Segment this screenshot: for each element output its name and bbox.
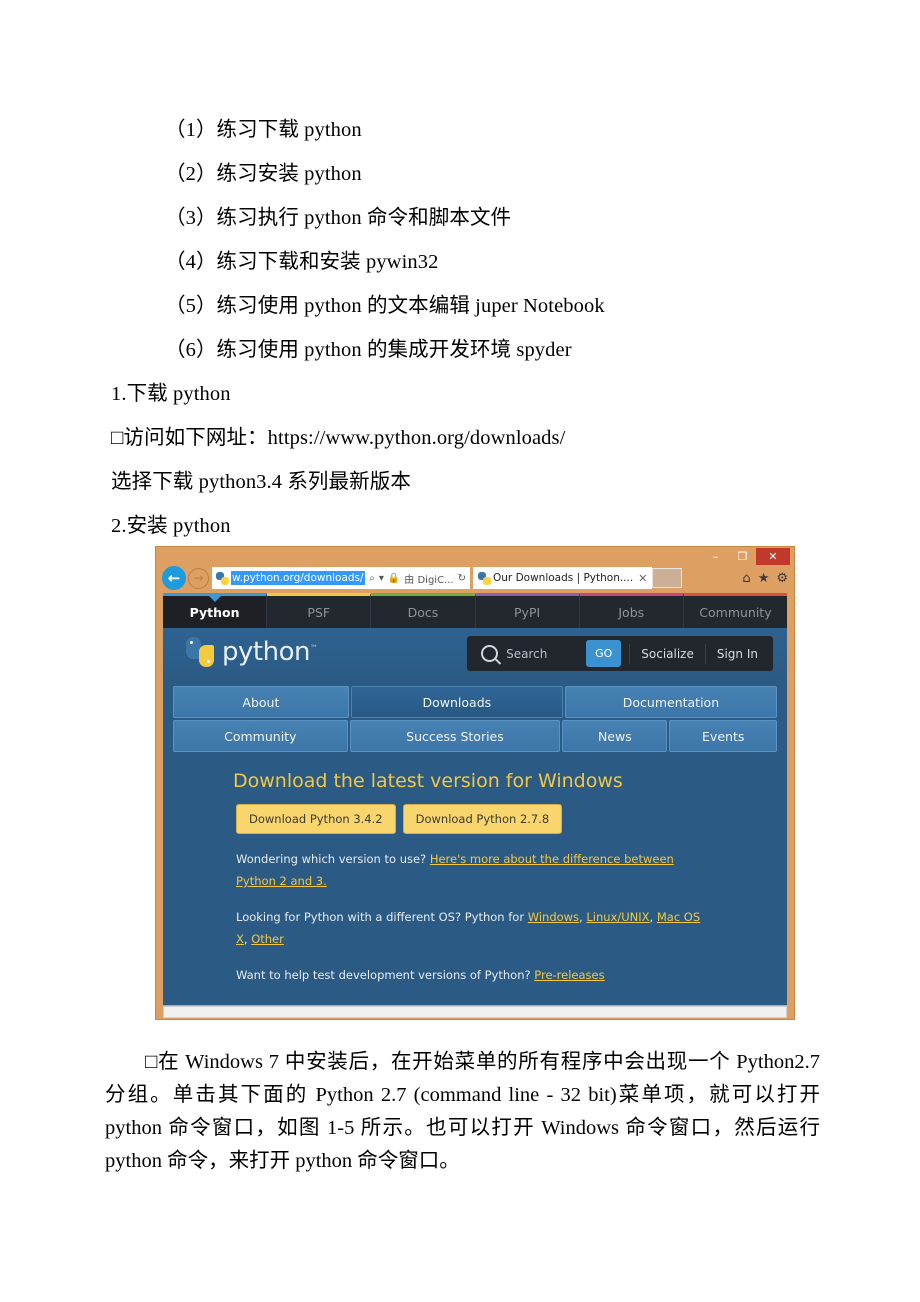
version-help-text: Wondering which version to use? [236, 852, 430, 866]
lock-icon: 🔒 [387, 572, 401, 584]
browser-tool-icons: ⌂ ★ ⚙ [742, 571, 794, 586]
back-button[interactable]: ← [162, 566, 186, 590]
browser-nav-row: ← → w.python.org/downloads/ ⌕ ▾ 🔒 由 Digi… [156, 565, 794, 591]
signin-link[interactable]: Sign In [704, 643, 769, 664]
home-icon[interactable]: ⌂ [742, 571, 750, 586]
window-controls: – ❐ ✕ [702, 548, 790, 565]
exercise-item: （5）练习使用 python 的文本编辑 juper Notebook [165, 295, 605, 317]
top-nav-pypi[interactable]: PyPI [475, 593, 580, 628]
menu-button-documentation[interactable]: Documentation [564, 686, 778, 718]
prerelease-text: Want to help test development versions o… [236, 968, 535, 982]
menu-button-success-stories[interactable]: Success Stories [349, 720, 561, 752]
certificate-label: 由 DigiC... [404, 574, 454, 586]
closing-paragraph-text: □在 Windows 7 中安装后，在开始菜单的所有程序中会出现一个 Pytho… [105, 1051, 820, 1172]
tab-favicon-icon [478, 571, 491, 585]
exercise-item: （4）练习下载和安装 pywin32 [165, 251, 439, 273]
top-nav-label: Jobs [618, 604, 645, 620]
site-menu-buttons: About Downloads Documentation Community … [173, 686, 778, 754]
search-input[interactable]: Search [506, 647, 578, 661]
top-nav-community[interactable]: Community [683, 593, 787, 628]
refresh-icon[interactable]: ↻ [458, 573, 466, 584]
site-header: python™ Search GO Socialize Sign In [163, 628, 787, 680]
python-logo-icon [185, 637, 215, 667]
menu-button-about[interactable]: About [173, 686, 349, 718]
site-menu-row-2: Community Success Stories News Events [173, 720, 778, 754]
search-icon [481, 645, 499, 662]
other-os-text: Looking for Python with a different OS? … [236, 910, 528, 924]
minimize-icon[interactable]: – [702, 548, 729, 565]
top-nav-psf[interactable]: PSF [267, 593, 372, 628]
menu-button-downloads[interactable]: Downloads [350, 686, 563, 718]
browser-chrome: – ❐ ✕ ← → w.python.org/downloads/ ⌕ ▾ 🔒 … [156, 547, 794, 593]
address-bar-icons: ⌕ ▾ 🔒 由 DigiC... ↻ [369, 571, 466, 586]
document-body: （1）练习下载 python （2）练习安装 python （3）练习执行 py… [0, 0, 920, 548]
download-section: Download the latest version for Windows … [163, 754, 787, 986]
favorites-icon[interactable]: ★ [758, 571, 770, 586]
tab-title: Our Downloads | Python.... [493, 572, 634, 584]
forward-button[interactable]: → [188, 567, 209, 589]
menu-button-news[interactable]: News [562, 720, 668, 752]
other-os-paragraph: Looking for Python with a different OS? … [236, 910, 701, 946]
maximize-icon[interactable]: ❐ [729, 548, 756, 565]
trademark-icon: ™ [309, 643, 318, 653]
socialize-link[interactable]: Socialize [629, 643, 705, 664]
os-link-other[interactable]: Other [251, 932, 284, 946]
search-icon[interactable]: ⌕ [369, 573, 375, 584]
top-nav-jobs[interactable]: Jobs [579, 593, 684, 628]
address-bar[interactable]: w.python.org/downloads/ ⌕ ▾ 🔒 由 DigiC...… [212, 567, 470, 589]
site-top-nav: Python PSF Docs PyPI Jobs Community [163, 593, 787, 628]
site-menu-row-1: About Downloads Documentation [173, 686, 778, 720]
address-bar-url[interactable]: w.python.org/downloads/ [231, 571, 365, 585]
top-nav-label: Community [699, 604, 772, 620]
section-url-line: □访问如下网址：https://www.python.org/downloads… [111, 427, 566, 449]
new-tab-button[interactable] [652, 568, 683, 588]
chevron-down-icon[interactable]: ▾ [379, 573, 384, 584]
version-help-paragraph: Wondering which version to use? Here's m… [233, 848, 706, 892]
download-heading: Download the latest version for Windows [233, 770, 623, 792]
search-go-button[interactable]: GO [586, 640, 622, 667]
exercise-item: （2）练习安装 python [165, 163, 362, 185]
pythonorg-page: www.bdocx.com Python PSF Docs PyPI Jobs … [163, 593, 787, 1005]
prereleases-link[interactable]: Pre-releases [534, 968, 604, 982]
top-nav-label: Python [189, 604, 240, 620]
os-link-linux-unix[interactable]: Linux/UNIX [586, 910, 649, 924]
top-nav-label: PSF [307, 604, 331, 620]
menu-button-events[interactable]: Events [669, 720, 778, 752]
section-version-line: 选择下载 python3.4 系列最新版本 [111, 471, 411, 493]
top-nav-label: Docs [407, 604, 439, 620]
top-nav-docs[interactable]: Docs [371, 593, 476, 628]
section-heading-download: 1.下载 python [111, 383, 231, 405]
os-link-windows[interactable]: Windows [528, 910, 579, 924]
top-nav-label: PyPI [514, 604, 541, 620]
download-python-2-button[interactable]: Download Python 2.7.8 [402, 804, 563, 834]
python-logo-wordmark: python™ [222, 637, 318, 667]
section-heading-install: 2.安装 python [111, 515, 231, 537]
site-search-bar: Search GO Socialize Sign In [467, 636, 773, 671]
menu-button-community[interactable]: Community [173, 720, 348, 752]
top-nav-python[interactable]: Python [163, 593, 268, 628]
download-python-3-button[interactable]: Download Python 3.4.2 [236, 804, 396, 834]
exercise-item: （3）练习执行 python 命令和脚本文件 [165, 207, 512, 229]
python-favicon-icon [216, 571, 229, 585]
browser-screenshot-figure: – ❐ ✕ ← → w.python.org/downloads/ ⌕ ▾ 🔒 … [155, 546, 795, 1020]
tab-close-icon[interactable]: ✕ [638, 572, 647, 585]
tab-strip: Our Downloads | Python.... ✕ ⌂ ★ ⚙ [473, 567, 794, 589]
closing-paragraph: □在 Windows 7 中安装后，在开始菜单的所有程序中会出现一个 Pytho… [105, 1046, 820, 1178]
python-logo[interactable]: python™ [185, 637, 318, 667]
closing-paragraph-block: □在 Windows 7 中安装后，在开始菜单的所有程序中会出现一个 Pytho… [105, 1032, 820, 1178]
python-logo-text: python [222, 637, 310, 667]
download-button-group: Download Python 3.4.2 Download Python 2.… [233, 804, 787, 834]
exercise-item: （1）练习下载 python [165, 119, 362, 141]
horizontal-scrollbar[interactable] [163, 1006, 787, 1018]
prerelease-paragraph: Want to help test development versions o… [233, 964, 706, 986]
exercise-item: （6）练习使用 python 的集成开发环境 spyder [165, 339, 572, 361]
close-icon[interactable]: ✕ [756, 548, 790, 565]
browser-tab[interactable]: Our Downloads | Python.... ✕ [473, 567, 653, 589]
settings-gear-icon[interactable]: ⚙ [776, 571, 788, 586]
